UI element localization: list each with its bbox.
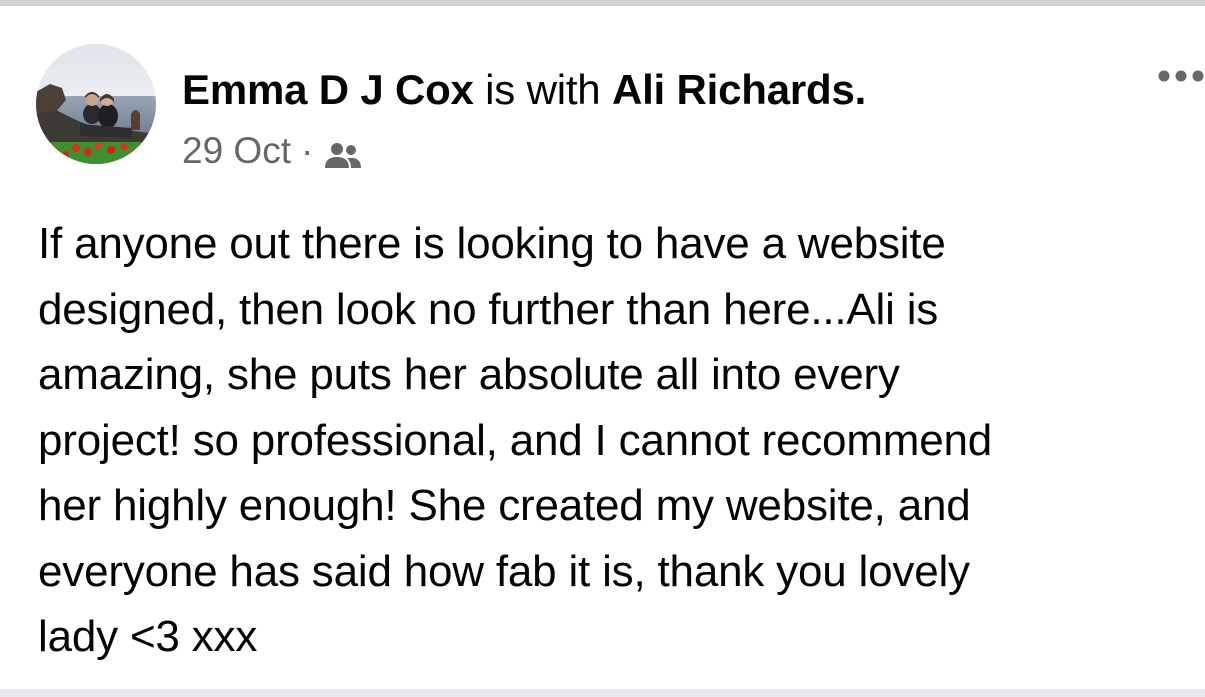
avatar-photo	[36, 44, 156, 164]
post-card: Emma D J Cox is with Ali Richards. 29 Oc…	[0, 6, 1205, 689]
post-body-text: If anyone out there is looking to have a…	[38, 219, 993, 661]
post-date[interactable]: 29 Oct	[182, 128, 291, 174]
friends-icon[interactable]	[323, 137, 363, 169]
author-name[interactable]: Emma D J Cox	[182, 66, 474, 113]
author-avatar[interactable]	[36, 44, 156, 164]
tagged-name[interactable]: Ali Richards	[612, 66, 855, 113]
tagged-suffix: .	[854, 66, 867, 113]
more-options-icon[interactable]	[1150, 62, 1205, 98]
bottom-divider	[0, 689, 1205, 697]
with-text: is with	[473, 66, 612, 113]
post-header: Emma D J Cox is with Ali Richards.	[182, 64, 866, 116]
post-meta: 29 Oct ·	[182, 128, 363, 174]
meta-separator: ·	[301, 130, 314, 171]
